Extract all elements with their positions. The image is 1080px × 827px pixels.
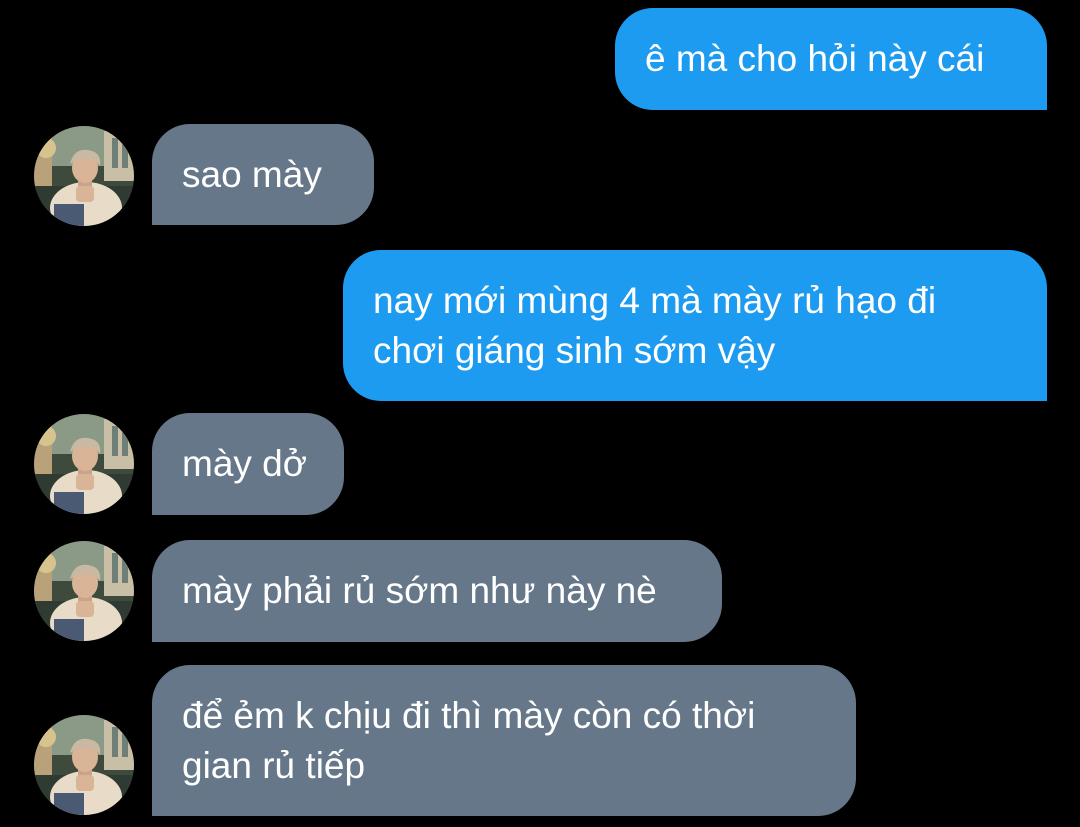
contact-avatar[interactable] <box>34 126 134 226</box>
message-bubble-outgoing[interactable]: ê mà cho hỏi này cái <box>615 8 1047 110</box>
message-bubble-outgoing[interactable]: nay mới mùng 4 mà mày rủ hạo đi chơi giá… <box>343 250 1047 401</box>
profile-photo-avatar-icon <box>34 414 134 514</box>
contact-avatar[interactable] <box>34 715 134 815</box>
message-text: mày dở <box>182 443 308 484</box>
message-bubble-incoming[interactable]: mày dở <box>152 413 344 515</box>
message-text: nay mới mùng 4 mà mày rủ hạo đi chơi giá… <box>373 279 937 371</box>
message-bubble-incoming[interactable]: để ẻm k chịu đi thì mày còn có thời gian… <box>152 665 856 816</box>
profile-photo-avatar-icon <box>34 126 134 226</box>
message-text: ê mà cho hỏi này cái <box>645 38 985 79</box>
message-bubble-incoming[interactable]: mày phải rủ sớm như này nè <box>152 540 722 642</box>
chat-thread: ê mà cho hỏi này cái sao mày nay mới mùn… <box>0 0 1080 827</box>
message-text: sao mày <box>182 153 322 195</box>
message-text: mày phải rủ sớm như này nè <box>182 570 657 611</box>
contact-avatar[interactable] <box>34 541 134 641</box>
profile-photo-avatar-icon <box>34 715 134 815</box>
message-bubble-incoming[interactable]: sao mày <box>152 124 374 225</box>
message-text: để ẻm k chịu đi thì mày còn có thời gian… <box>182 694 756 786</box>
contact-avatar[interactable] <box>34 414 134 514</box>
profile-photo-avatar-icon <box>34 541 134 641</box>
